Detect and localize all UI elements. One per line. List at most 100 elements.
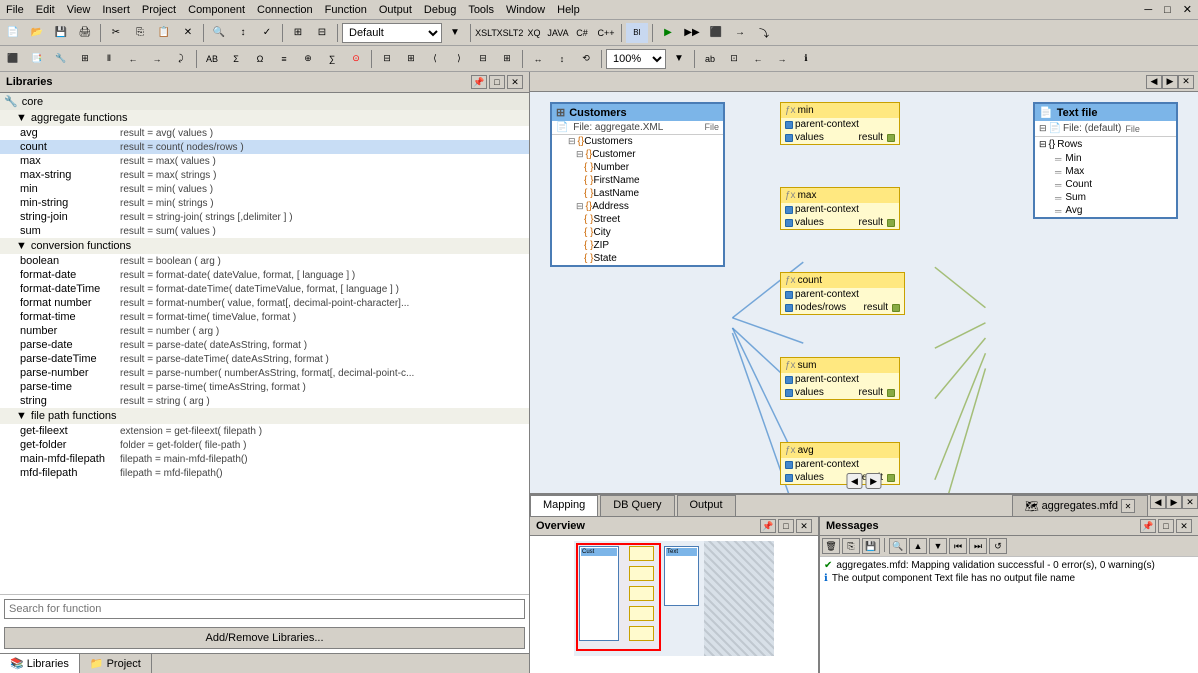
tb2-btn27[interactable]: ←	[747, 49, 769, 69]
func-count-header[interactable]: ƒx count	[781, 273, 904, 288]
count-target-node[interactable]: ═ Count	[1035, 178, 1176, 191]
msg-refresh[interactable]: ↺	[989, 538, 1007, 554]
xslt2-btn[interactable]: XSLT2	[499, 23, 521, 43]
zoom-dropdown[interactable]: 100% 75% 50%	[606, 49, 666, 69]
close-panel-btn[interactable]: ✕	[507, 75, 523, 89]
target-file[interactable]: ⊟ 📄 File: (default) File	[1035, 121, 1176, 137]
min-target-node[interactable]: ═ Min	[1035, 152, 1176, 165]
msg-last[interactable]: ⏭	[969, 538, 987, 554]
menu-view[interactable]: View	[61, 2, 97, 18]
menu-debug[interactable]: Debug	[418, 2, 462, 18]
lib-item-mfd-filepath[interactable]: mfd-filepath filepath = mfd-filepath()	[0, 466, 529, 480]
max-values[interactable]: values result	[781, 216, 899, 229]
lib-item-parse-number[interactable]: parse-number result = parse-number( numb…	[0, 366, 529, 380]
port-out-count[interactable]	[892, 304, 900, 312]
port-in-min-pc[interactable]	[785, 121, 793, 129]
msg-copy[interactable]: ⎘	[842, 538, 860, 554]
tb2-btn19[interactable]: ⟩	[448, 49, 470, 69]
tb2-btn23[interactable]: ↕	[551, 49, 573, 69]
maximize-btn[interactable]: □	[1158, 2, 1177, 18]
tb2-btn3[interactable]: 🔧	[50, 49, 72, 69]
tb2-btn15[interactable]: ⊙	[345, 49, 367, 69]
overview-close[interactable]: ✕	[796, 519, 812, 533]
msg-up[interactable]: ▲	[909, 538, 927, 554]
expand-btn[interactable]: ⊞	[287, 23, 309, 43]
lib-item-format-datetime[interactable]: format-dateTime result = format-dateTime…	[0, 282, 529, 296]
lib-item-max-string[interactable]: max-string result = max( strings )	[0, 168, 529, 182]
port-in-avg-pc[interactable]	[785, 461, 793, 469]
state-node[interactable]: { } State	[552, 252, 723, 265]
tb2-btn4[interactable]: ⊞	[74, 49, 96, 69]
add-libraries-btn[interactable]: Add/Remove Libraries...	[4, 627, 525, 649]
core-section[interactable]: 🔧 core	[0, 93, 529, 110]
func-sum-header[interactable]: ƒx sum	[781, 358, 899, 373]
cs-btn[interactable]: C#	[571, 23, 593, 43]
pin-btn[interactable]: 📌	[471, 75, 487, 89]
paste-btn[interactable]: 📋	[153, 23, 175, 43]
city-node[interactable]: { } City	[552, 226, 723, 239]
profile-dropdown[interactable]: Default	[342, 23, 442, 43]
tab-close[interactable]: ✕	[1182, 495, 1198, 509]
msg-filter[interactable]: 🔍	[889, 538, 907, 554]
port-in-count-pc[interactable]	[785, 291, 793, 299]
lib-item-count[interactable]: count result = count( nodes/rows )	[0, 140, 529, 154]
tb2-btn28[interactable]: →	[771, 49, 793, 69]
menu-insert[interactable]: Insert	[96, 2, 136, 18]
filepath-section[interactable]: ▼ file path functions	[0, 408, 529, 424]
lib-item-main-mfd[interactable]: main-mfd-filepath filepath = main-mfd-fi…	[0, 452, 529, 466]
menu-window[interactable]: Window	[500, 2, 551, 18]
tab-project[interactable]: 📁 Project	[80, 654, 152, 673]
port-out-avg[interactable]	[887, 474, 895, 482]
lastname-node[interactable]: { } LastName	[552, 187, 723, 200]
zip-node[interactable]: { } ZIP	[552, 239, 723, 252]
messages-pin[interactable]: 📌	[1140, 519, 1156, 533]
lib-item-sum[interactable]: sum result = sum( values )	[0, 224, 529, 238]
msg-clear[interactable]: 🗑	[822, 538, 840, 554]
target-header[interactable]: 📄 Text file	[1035, 104, 1176, 121]
tab-dbquery[interactable]: DB Query	[600, 495, 674, 516]
menu-output[interactable]: Output	[373, 2, 418, 18]
func-avg-header[interactable]: ƒx avg	[781, 443, 899, 458]
replace-btn[interactable]: ↕	[232, 23, 254, 43]
tab-nav-right[interactable]: ▶	[1166, 495, 1182, 509]
copy-btn[interactable]: ⎘	[129, 23, 151, 43]
msg-save[interactable]: 💾	[862, 538, 880, 554]
lib-item-number[interactable]: number result = number ( arg )	[0, 324, 529, 338]
rows-node[interactable]: ⊟ {} Rows	[1035, 137, 1176, 152]
lib-item-string[interactable]: string result = string ( arg )	[0, 394, 529, 408]
lib-item-format-time[interactable]: format-time result = format-time( timeVa…	[0, 310, 529, 324]
msg-first[interactable]: ⏮	[949, 538, 967, 554]
xslt-btn[interactable]: XSLT	[475, 23, 497, 43]
port-in-sum-pc[interactable]	[785, 376, 793, 384]
menu-tools[interactable]: Tools	[462, 2, 500, 18]
cut-btn[interactable]: ✂	[105, 23, 127, 43]
minimize-btn[interactable]: ─	[1138, 2, 1158, 18]
delete-btn[interactable]: ✕	[177, 23, 199, 43]
tb2-btn10[interactable]: Σ	[225, 49, 247, 69]
min-values[interactable]: values result	[781, 131, 899, 144]
tb2-btn9[interactable]: AB	[201, 49, 223, 69]
tab-libraries[interactable]: 📚 Libraries	[0, 654, 80, 673]
tb2-btn16[interactable]: ⊟	[376, 49, 398, 69]
tb2-btn17[interactable]: ⊞	[400, 49, 422, 69]
port-out-sum[interactable]	[887, 389, 895, 397]
lib-item-parse-date[interactable]: parse-date result = parse-date( dateAsSt…	[0, 338, 529, 352]
right-nav-left[interactable]: ◀	[1146, 75, 1162, 89]
right-close[interactable]: ✕	[1178, 75, 1194, 89]
lib-item-avg[interactable]: avg result = avg( values )	[0, 126, 529, 140]
conversion-section[interactable]: ▼ conversion functions	[0, 238, 529, 254]
validate-btn[interactable]: ✓	[256, 23, 278, 43]
customer-node[interactable]: ⊟ {} Customer	[552, 148, 723, 161]
number-node[interactable]: { } Number	[552, 161, 723, 174]
file-tab[interactable]: 🗺 aggregates.mfd ✕	[1012, 495, 1148, 516]
count-parent-context[interactable]: parent-context	[781, 288, 904, 301]
tb2-btn20[interactable]: ⊟	[472, 49, 494, 69]
lib-item-min[interactable]: min result = min( values )	[0, 182, 529, 196]
max-target-node[interactable]: ═ Max	[1035, 165, 1176, 178]
tb2-btn11[interactable]: Ω	[249, 49, 271, 69]
menu-component[interactable]: Component	[182, 2, 251, 18]
lib-item-string-join[interactable]: string-join result = string-join( string…	[0, 210, 529, 224]
print-btn[interactable]: 🖨	[74, 23, 96, 43]
menu-help[interactable]: Help	[551, 2, 586, 18]
avg-target-node[interactable]: ═ Avg	[1035, 204, 1176, 217]
